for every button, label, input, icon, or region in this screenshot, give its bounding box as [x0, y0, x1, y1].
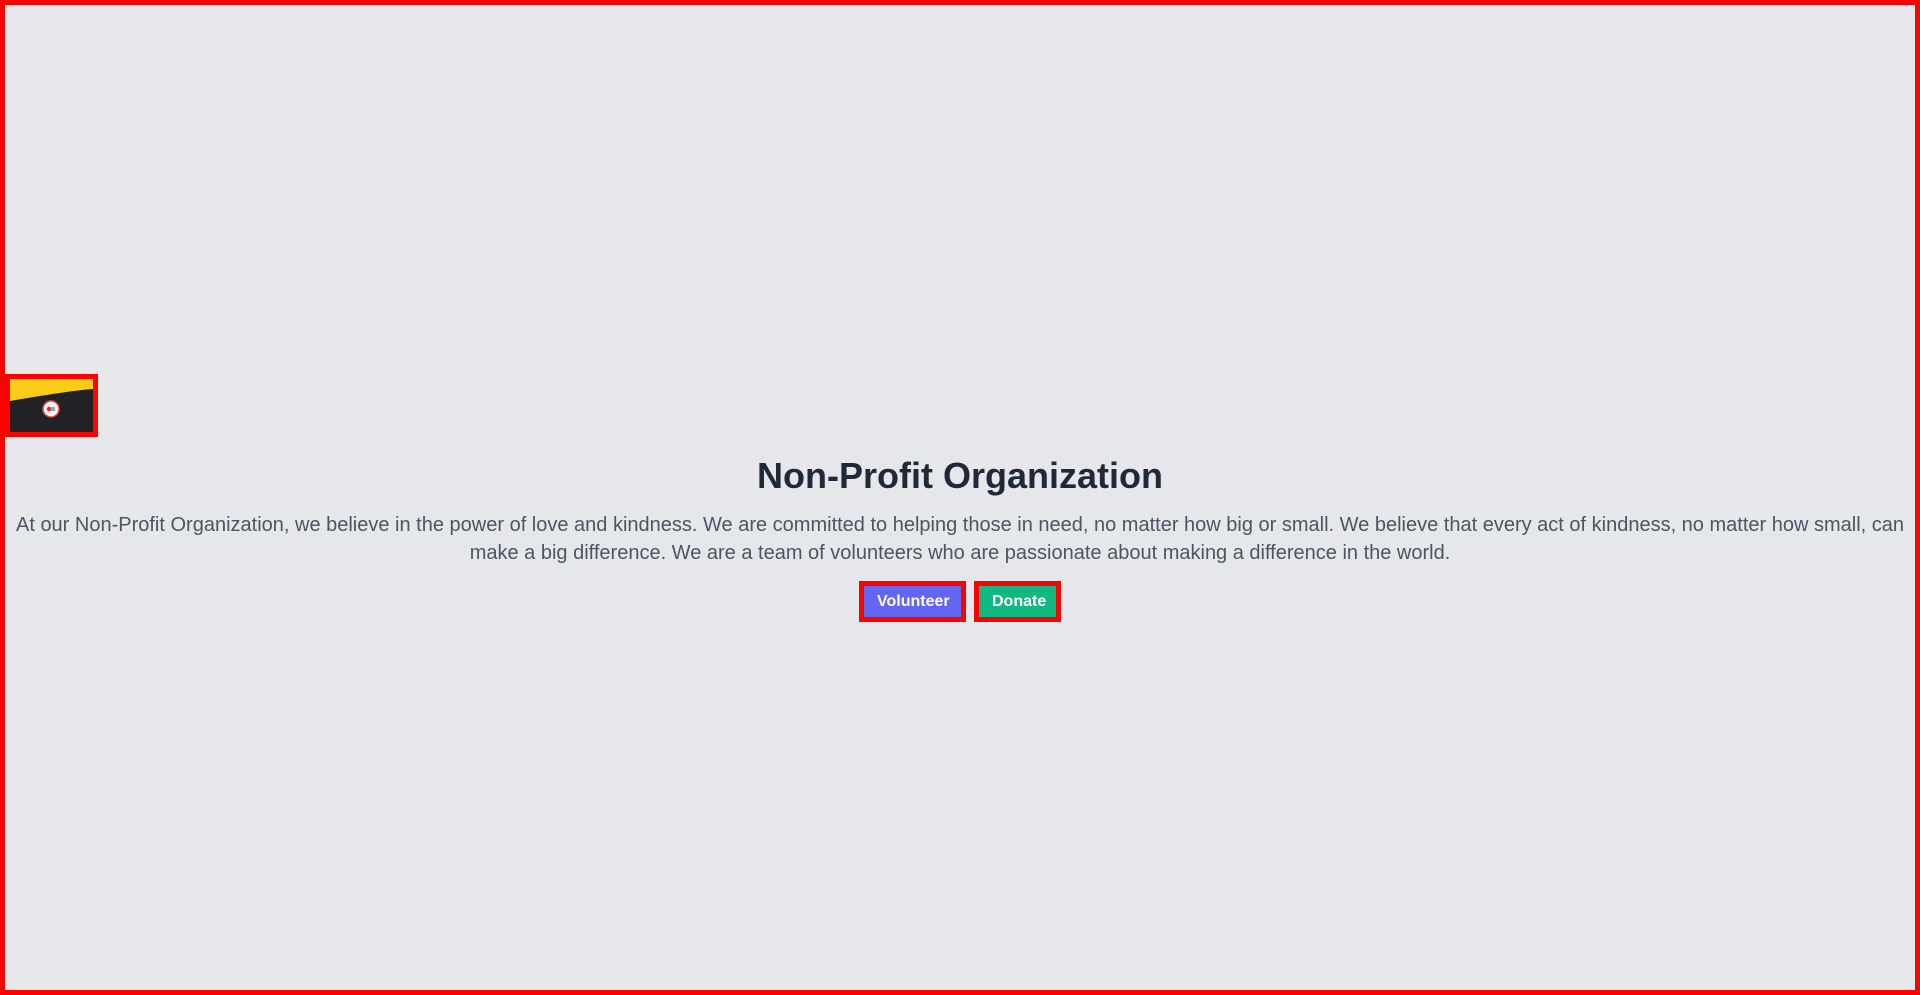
donate-button[interactable]: Donate — [974, 581, 1061, 622]
hero-image — [5, 374, 98, 437]
hero-actions: Volunteer Donate — [5, 581, 1915, 622]
page-title: Non-Profit Organization — [757, 455, 1163, 496]
hero-description: At our Non-Profit Organization, we belie… — [15, 514, 1904, 564]
donate-button-label: Donate — [992, 592, 1047, 610]
hero-section: Non-Profit Organization At our Non-Profi… — [5, 374, 1915, 629]
broken-hero-image-icon — [10, 379, 93, 432]
volunteer-button[interactable]: Volunteer — [859, 581, 966, 622]
volunteer-button-label: Volunteer — [877, 592, 950, 610]
